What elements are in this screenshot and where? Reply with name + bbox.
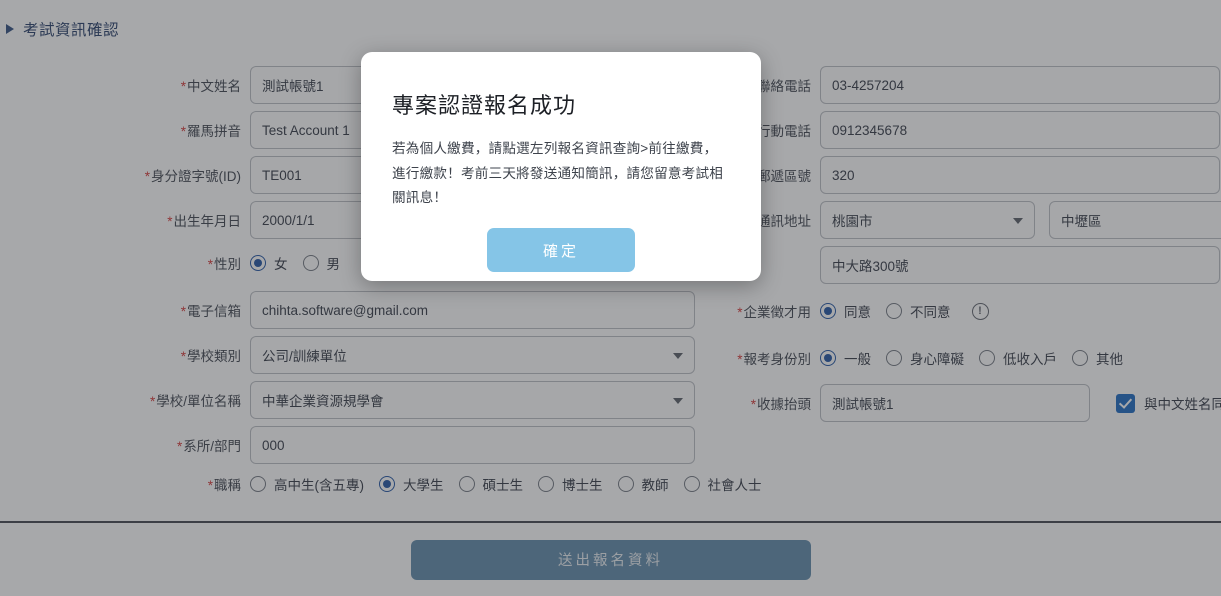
modal-actions: 確定 <box>392 228 730 273</box>
success-modal: 專案認證報名成功 若為個人繳費，請點選左列報名資訊查詢>前往繳費，進行繳款！考前… <box>361 52 761 281</box>
modal-confirm-button[interactable]: 確定 <box>487 228 635 273</box>
modal-title: 專案認證報名成功 <box>392 93 577 118</box>
modal-body: 若為個人繳費，請點選左列報名資訊查詢>前往繳費，進行繳款！考前三天將發送通知簡訊… <box>392 141 724 206</box>
